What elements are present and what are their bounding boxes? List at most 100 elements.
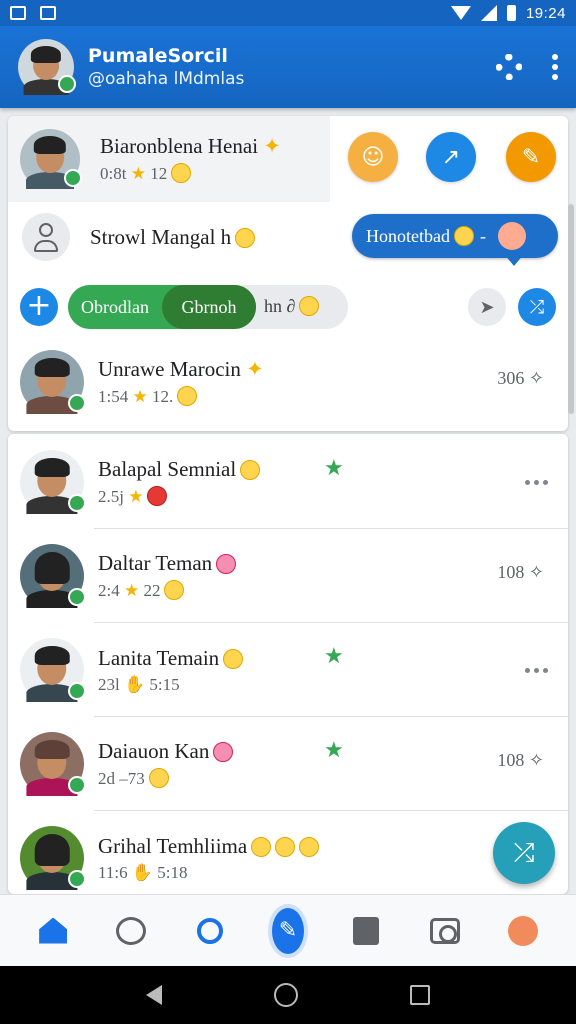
more-options-icon[interactable] bbox=[525, 480, 548, 485]
online-status-icon bbox=[68, 394, 86, 412]
smile-emoji-icon bbox=[177, 386, 198, 406]
online-status-icon bbox=[68, 870, 86, 888]
recents-icon[interactable] bbox=[410, 985, 430, 1005]
row-count: 108 bbox=[497, 750, 525, 770]
list-item[interactable]: Daltar Teman 2:4 ★ 22 108 ✧ bbox=[8, 532, 568, 620]
thinking-emoji-icon bbox=[223, 648, 244, 669]
compose-fab[interactable]: ⤮ bbox=[493, 822, 555, 884]
row-count: 306 bbox=[497, 368, 525, 388]
list-item[interactable]: Lanita Temain 23l ✋ 5:15 ★ bbox=[8, 626, 568, 714]
shuffle-icon: ⤮ bbox=[513, 837, 535, 868]
settings-icon[interactable] bbox=[496, 54, 522, 80]
smile-emoji-icon bbox=[251, 836, 272, 857]
filter-segment[interactable]: Obrodlan bbox=[68, 297, 162, 318]
avatar bbox=[20, 129, 82, 189]
nav-chat[interactable] bbox=[111, 911, 151, 951]
avatar bbox=[20, 732, 86, 796]
bottom-navigation: ✎ bbox=[0, 894, 576, 966]
pin-icon: ✧ bbox=[528, 750, 544, 770]
smile-emoji-icon bbox=[240, 460, 261, 480]
angry-emoji-icon bbox=[147, 486, 168, 506]
notification-icon bbox=[10, 6, 26, 20]
sticker-icon[interactable]: ☺ bbox=[348, 132, 398, 182]
compose-icon: ✎ bbox=[267, 903, 308, 958]
nav-compose[interactable]: ✎ bbox=[267, 903, 308, 958]
nav-profile[interactable] bbox=[503, 911, 543, 951]
smile-emoji-icon bbox=[453, 226, 474, 246]
star-icon: ★ bbox=[128, 487, 144, 506]
contact-meta-count: –73 bbox=[119, 769, 145, 788]
home-circle-icon[interactable] bbox=[274, 983, 298, 1007]
avatar bbox=[20, 350, 86, 414]
person-icon bbox=[22, 213, 70, 261]
filter-segment-active[interactable]: Gbrnoh bbox=[162, 285, 256, 329]
green-star-icon: ★ bbox=[324, 738, 344, 763]
online-status-icon bbox=[58, 75, 76, 93]
edit-icon[interactable]: ✎ bbox=[506, 132, 556, 182]
shuffle-icon[interactable]: ⤮ bbox=[518, 288, 556, 326]
contact-name: Unrawe Marocin bbox=[98, 357, 241, 381]
wifi-icon bbox=[450, 6, 471, 20]
online-status-icon bbox=[68, 588, 86, 606]
battery-icon bbox=[506, 5, 516, 21]
row-count: 108 bbox=[497, 562, 525, 582]
nav-home[interactable] bbox=[33, 911, 73, 951]
profile-icon bbox=[507, 915, 538, 946]
smile-emoji-icon bbox=[235, 227, 256, 248]
nav-search[interactable] bbox=[190, 911, 230, 951]
star-icon: ★ bbox=[123, 581, 140, 600]
pinned-contact-row[interactable]: Biaronblena Henai ✦ 0:8t ★ 12 bbox=[8, 124, 568, 194]
contact-name: Balapal Semnial bbox=[98, 457, 237, 481]
contact-meta: 23l bbox=[98, 674, 120, 694]
search-icon bbox=[196, 917, 223, 944]
profile-avatar[interactable] bbox=[18, 39, 76, 95]
top-card: Biaronblena Henai ✦ 0:8t ★ 12 ☺ ↗ ✎ Stro… bbox=[8, 116, 568, 431]
send-icon[interactable]: ➤ bbox=[468, 288, 506, 326]
more-options-icon[interactable] bbox=[552, 54, 558, 80]
contact-meta: 2:4 bbox=[98, 581, 120, 600]
share-icon[interactable]: ↗ bbox=[426, 132, 476, 182]
status-bar: 19:24 bbox=[0, 0, 576, 26]
list-item[interactable]: Balapal Semnial 2.5j ★ ★ bbox=[8, 438, 568, 526]
notification-icon bbox=[40, 6, 56, 20]
contact-meta-time: 0:8t bbox=[100, 164, 127, 183]
green-star-icon: ★ bbox=[324, 456, 344, 481]
hand-icon: ✋ bbox=[131, 862, 154, 882]
avatar bbox=[20, 826, 86, 890]
sparkle-icon: ✦ bbox=[246, 357, 264, 381]
back-icon[interactable] bbox=[146, 985, 162, 1005]
system-navigation bbox=[0, 966, 576, 1024]
star-eyes-emoji-icon bbox=[299, 836, 320, 857]
profile-handle: @oahaha lMdmlas bbox=[88, 69, 245, 89]
avatar bbox=[20, 450, 86, 514]
hand-icon: ✋ bbox=[123, 674, 146, 694]
green-star-icon: ★ bbox=[324, 644, 344, 669]
filter-extra[interactable]: hn ∂ bbox=[264, 296, 295, 316]
contact-meta-count: 12. bbox=[151, 387, 174, 406]
smile-emoji-icon bbox=[164, 580, 185, 600]
avatar bbox=[20, 544, 86, 608]
online-status-icon bbox=[68, 494, 86, 512]
nav-camera[interactable] bbox=[425, 911, 465, 951]
contact-name: Daiauon Kan bbox=[98, 739, 210, 763]
signal-icon bbox=[480, 5, 497, 21]
star-icon: ★ bbox=[130, 164, 146, 183]
more-options-icon[interactable] bbox=[525, 668, 548, 673]
nav-box[interactable] bbox=[346, 911, 386, 951]
list-item[interactable]: Grihal Temhliima 11:6 ✋ 5:18 bbox=[8, 814, 568, 894]
contact-meta-count: 12 bbox=[150, 164, 168, 183]
add-button[interactable]: + bbox=[20, 288, 58, 326]
contacts-list: Balapal Semnial 2.5j ★ ★ Daltar Teman 2:… bbox=[8, 434, 568, 894]
message-text: Honotetbad bbox=[366, 225, 450, 246]
status-time: 19:24 bbox=[525, 4, 566, 22]
scrollbar[interactable] bbox=[568, 204, 574, 414]
smile-emoji-icon bbox=[148, 768, 169, 788]
contact-meta-time: 1:54 bbox=[98, 387, 129, 406]
contact-meta-count: 5:18 bbox=[157, 862, 188, 882]
box-icon bbox=[353, 916, 380, 945]
message-bubble[interactable]: Honotetbad - bbox=[352, 214, 558, 258]
suggested-contact-row[interactable]: Unrawe Marocin ✦ 1:54 ★ 12. 306 ✧ bbox=[8, 346, 568, 418]
contact-name: Lanita Temain bbox=[98, 645, 220, 670]
list-item[interactable]: Daiauon Kan 2d –73 ★ 108 ✧ bbox=[8, 720, 568, 808]
contact-name: Grihal Temhliima bbox=[98, 833, 248, 858]
